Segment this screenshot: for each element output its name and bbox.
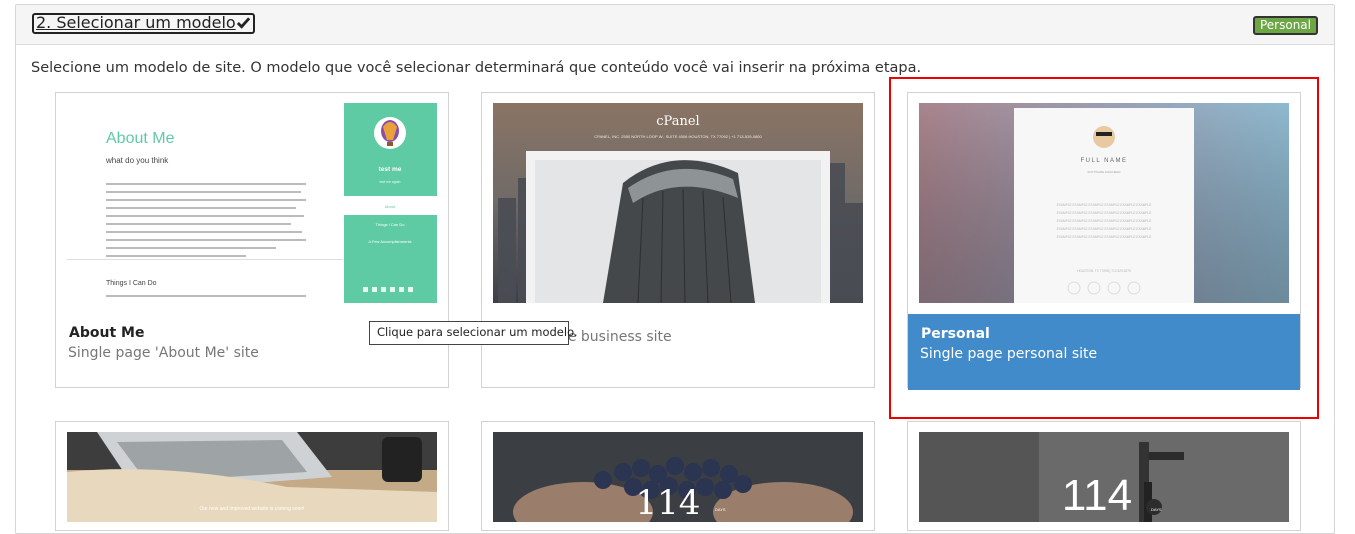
preview-unit: DAYS xyxy=(715,507,726,512)
preview-side-item-1: Things I Can Do xyxy=(376,222,406,227)
instruction-text: Selecione um modelo de site. O modelo qu… xyxy=(31,60,922,76)
coffee-preview-image: 114 DAYS xyxy=(919,432,1289,522)
template-preview-about-me: About Me what do you think Things I Can … xyxy=(67,103,437,303)
business-preview-image: cPanel CPANEL, INC. 2550 NORTH LOOP W., … xyxy=(493,103,863,303)
preview-side-item-2: A Few Accomplishments xyxy=(368,239,411,244)
preview-address: CPANEL, INC. 2550 NORTH LOOP W., SUITE 4… xyxy=(594,134,762,139)
coming-soon-preview-image: Our new and improved website is coming s… xyxy=(67,432,437,522)
preview-count: 114 xyxy=(1062,471,1132,520)
step-title: 2. Selecionar um modelo xyxy=(36,13,236,32)
template-preview-business: cPanel CPANEL, INC. 2550 NORTH LOOP W., … xyxy=(493,103,863,303)
preview-side-name: test me xyxy=(379,166,402,173)
template-preview-countdown-coffee: 114 DAYS xyxy=(919,432,1289,522)
preview-banner: Our new and improved website is coming s… xyxy=(199,506,304,512)
selection-highlight-box xyxy=(889,77,1319,419)
step-toggle-button[interactable]: 2. Selecionar um modelo xyxy=(32,13,255,34)
about-me-preview-image: About Me what do you think Things I Can … xyxy=(67,103,437,303)
preview-side-sub: test me again xyxy=(379,180,400,184)
template-tooltip: Clique para selecionar um modelo. xyxy=(369,321,578,345)
preview-subheading: what do you think xyxy=(105,156,169,165)
selected-template-badge: Personal xyxy=(1252,16,1318,35)
preview-count: 114 xyxy=(636,483,701,522)
preview-section-title: Things I Can Do xyxy=(106,280,157,287)
preview-brand: cPanel xyxy=(656,114,699,129)
grapes-preview-image: 114 DAYS xyxy=(493,432,863,522)
panel-header: 2. Selecionar um modelo Personal xyxy=(16,5,1334,45)
template-description: Single page 'About Me' site xyxy=(68,345,259,361)
preview-side-link: About xyxy=(385,204,396,209)
preview-unit: DAYS xyxy=(1151,507,1162,512)
preview-heading: About Me xyxy=(106,130,175,147)
checkmark-icon xyxy=(236,17,250,29)
template-preview-countdown-grapes: 114 DAYS xyxy=(493,432,863,522)
template-preview-coming-soon: Our new and improved website is coming s… xyxy=(67,432,437,522)
